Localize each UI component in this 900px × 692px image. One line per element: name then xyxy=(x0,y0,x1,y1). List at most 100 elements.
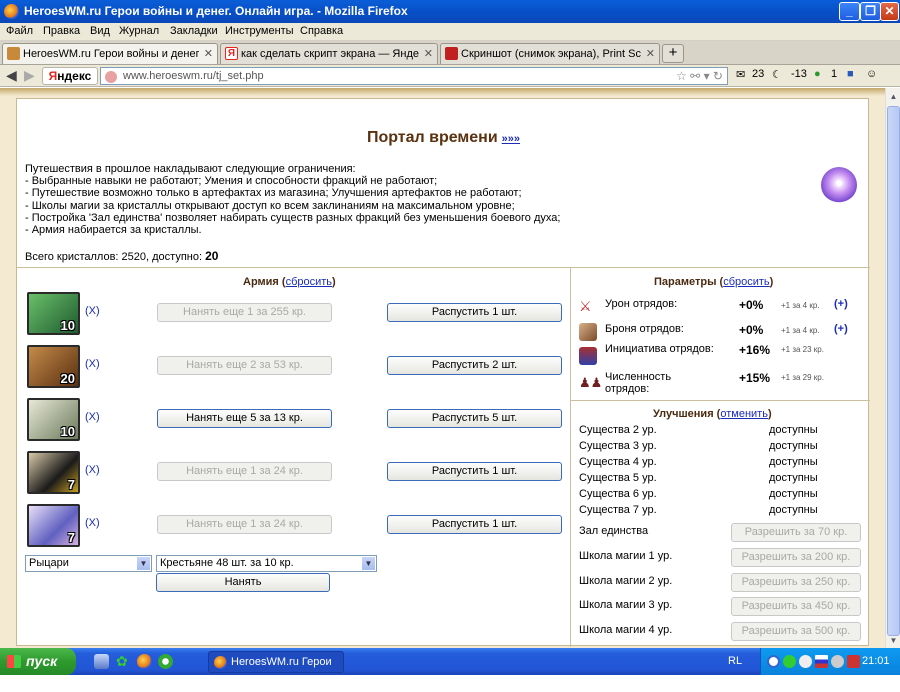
counter-icon[interactable]: ● xyxy=(814,68,821,80)
tray-volume-icon[interactable] xyxy=(831,655,844,668)
url-text: www.heroeswm.ru/tj_set.php xyxy=(123,70,264,82)
addon-icon[interactable]: ■ xyxy=(847,68,854,80)
tray-security-icon[interactable] xyxy=(847,655,860,668)
maximize-button[interactable]: ❐ xyxy=(860,2,881,21)
hire-more-button[interactable]: Нанять еще 5 за 13 кр. xyxy=(157,409,332,428)
mail-count: 23 xyxy=(752,68,765,80)
remove-unit-button[interactable]: (X) xyxy=(85,411,100,423)
tray-network-icon[interactable] xyxy=(767,655,780,668)
vertical-scrollbar[interactable]: ▲ ▼ xyxy=(885,88,900,648)
portal-orb-icon xyxy=(821,167,857,203)
unlock-magic-3-button[interactable]: Разрешить за 450 кр. xyxy=(731,597,861,616)
scroll-thumb[interactable] xyxy=(887,106,900,636)
window-title: HeroesWM.ru Герои войны и денег. Онлайн … xyxy=(24,4,408,18)
unit-portrait[interactable]: 10 xyxy=(27,292,80,335)
site-favicon-icon xyxy=(105,71,117,83)
bookmark-star-icon[interactable]: ☆ ⚯ ▾ ↻ xyxy=(676,69,723,83)
menu-edit[interactable]: Правка xyxy=(43,25,80,37)
yandex-button[interactable]: Яндекс xyxy=(42,67,98,85)
creature-select[interactable]: Крестьяне 48 шт. за 10 кр. ▼ xyxy=(156,555,377,572)
tab-label: как сделать скрипт экрана — Яндекс:... xyxy=(241,48,419,60)
faction-select[interactable]: Рыцари ▼ xyxy=(25,555,152,572)
remove-unit-button[interactable]: (X) xyxy=(85,464,100,476)
taskbar-task-firefox[interactable]: HeroesWM.ru Герои ... xyxy=(208,651,344,688)
hire-button[interactable]: Нанять xyxy=(156,573,330,592)
unlock-magic-4-button[interactable]: Разрешить за 500 кр. xyxy=(731,622,861,641)
minimize-button[interactable]: _ xyxy=(839,2,860,21)
mail-icon[interactable]: ✉ xyxy=(736,68,745,81)
unlock-hall-button[interactable]: Разрешить за 70 кр. xyxy=(731,523,861,542)
close-button[interactable]: ✕ xyxy=(880,2,899,21)
upgrades-cancel-link[interactable]: отменить xyxy=(720,408,768,420)
hire-more-button[interactable]: Нанять еще 1 за 24 кр. xyxy=(157,462,332,481)
menu-history[interactable]: Журнал xyxy=(119,25,159,37)
language-indicator[interactable]: RL xyxy=(728,655,742,667)
unit-portrait[interactable]: 7 xyxy=(27,451,80,494)
menu-file[interactable]: Файл xyxy=(6,25,33,37)
tray-app-icon[interactable] xyxy=(799,655,812,668)
tray-flag-icon[interactable] xyxy=(815,655,828,668)
remove-unit-button[interactable]: (X) xyxy=(85,305,100,317)
decorative-strip xyxy=(0,88,885,96)
unit-portrait[interactable]: 10 xyxy=(27,398,80,441)
navigation-bar: ◀ ▶ Яндекс www.heroeswm.ru/tj_set.php ☆ … xyxy=(0,65,900,87)
hire-more-button[interactable]: Нанять еще 2 за 53 кр. xyxy=(157,356,332,375)
army-reset-link[interactable]: сбросить xyxy=(286,276,332,288)
windows-logo-icon xyxy=(7,655,21,668)
unlock-magic-2-button[interactable]: Разрешить за 250 кр. xyxy=(731,573,861,592)
tab-heroeswm[interactable]: HeroesWM.ru Герои войны и денег. Он... ✕ xyxy=(2,43,218,64)
tab-screenshot[interactable]: Скриншот (снимок экрана), Print Screen ✕ xyxy=(440,43,660,64)
unit-portrait[interactable]: 7 xyxy=(27,504,80,547)
desc-line: - Выбранные навыки не работают; Умения и… xyxy=(25,175,438,188)
screenshot-favicon-icon xyxy=(445,47,458,60)
dismiss-button[interactable]: Распустить 1 шт. xyxy=(387,515,562,534)
dismiss-button[interactable]: Распустить 5 шт. xyxy=(387,409,562,428)
dismiss-button[interactable]: Распустить 1 шт. xyxy=(387,303,562,322)
params-reset-link[interactable]: сбросить xyxy=(723,276,769,288)
desc-line: - Армия набирается за кристаллы. xyxy=(25,224,202,237)
scroll-down-icon[interactable]: ▼ xyxy=(887,634,900,648)
unit-portrait[interactable]: 20 xyxy=(27,345,80,388)
remove-unit-button[interactable]: (X) xyxy=(85,358,100,370)
unlock-magic-1-button[interactable]: Разрешить за 200 кр. xyxy=(731,548,861,567)
menu-help[interactable]: Справка xyxy=(300,25,343,37)
menu-bar: Файл Правка Вид Журнал Закладки Инструме… xyxy=(0,23,900,41)
dismiss-button[interactable]: Распустить 2 шт. xyxy=(387,356,562,375)
remove-unit-button[interactable]: (X) xyxy=(85,517,100,529)
menu-view[interactable]: Вид xyxy=(90,25,110,37)
page-viewport: Портал времени»»» Путешествия в прошлое … xyxy=(0,88,885,648)
desc-line: - Постройка 'Зал единства' позволяет наб… xyxy=(25,211,561,224)
firefox-icon xyxy=(4,4,19,19)
hire-more-button[interactable]: Нанять еще 1 за 255 кр. xyxy=(157,303,332,322)
start-button[interactable]: пуск xyxy=(0,648,76,675)
title-link[interactable]: »»» xyxy=(502,133,520,145)
app-quicklaunch-icon[interactable] xyxy=(158,654,173,669)
tab-yandex[interactable]: Я как сделать скрипт экрана — Яндекс:...… xyxy=(220,43,438,64)
armor-plus-button[interactable]: (+) xyxy=(834,323,848,335)
dismiss-button[interactable]: Распустить 1 шт. xyxy=(387,462,562,481)
temperature: -13 xyxy=(791,68,807,80)
tab-close-icon[interactable]: ✕ xyxy=(204,47,213,60)
firefox-quicklaunch-icon[interactable] xyxy=(137,654,152,669)
army-unit-1: 10 (X) Нанять еще 1 за 255 кр. Распустит… xyxy=(27,292,567,336)
menu-bookmarks[interactable]: Закладки xyxy=(170,25,218,37)
menu-tools[interactable]: Инструменты xyxy=(225,25,294,37)
new-tab-button[interactable]: + xyxy=(662,44,684,63)
hire-more-button[interactable]: Нанять еще 1 за 24 кр. xyxy=(157,515,332,534)
url-bar[interactable]: www.heroeswm.ru/tj_set.php ☆ ⚯ ▾ ↻ xyxy=(100,67,728,85)
forward-arrow-icon[interactable]: ▶ xyxy=(24,67,35,84)
tab-close-icon[interactable]: ✕ xyxy=(424,47,433,60)
scroll-up-icon[interactable]: ▲ xyxy=(887,90,900,104)
damage-plus-button[interactable]: (+) xyxy=(834,298,848,310)
army-unit-5: 7 (X) Нанять еще 1 за 24 кр. Распустить … xyxy=(27,504,567,548)
show-desktop-icon[interactable] xyxy=(94,654,109,669)
tab-close-icon[interactable]: ✕ xyxy=(646,47,655,60)
firefox-icon xyxy=(214,656,227,669)
tray-icq-icon[interactable] xyxy=(783,655,796,668)
troops-icon: ♟♟ xyxy=(579,375,603,390)
tab-bar: HeroesWM.ru Герои войны и денег. Он... ✕… xyxy=(0,41,900,65)
flower-icon[interactable]: ✿ xyxy=(116,654,131,669)
back-arrow-icon[interactable]: ◀ xyxy=(6,67,17,84)
smiley-icon[interactable]: ☺ xyxy=(866,68,877,80)
weather-moon-icon[interactable]: ☾ xyxy=(772,68,782,81)
